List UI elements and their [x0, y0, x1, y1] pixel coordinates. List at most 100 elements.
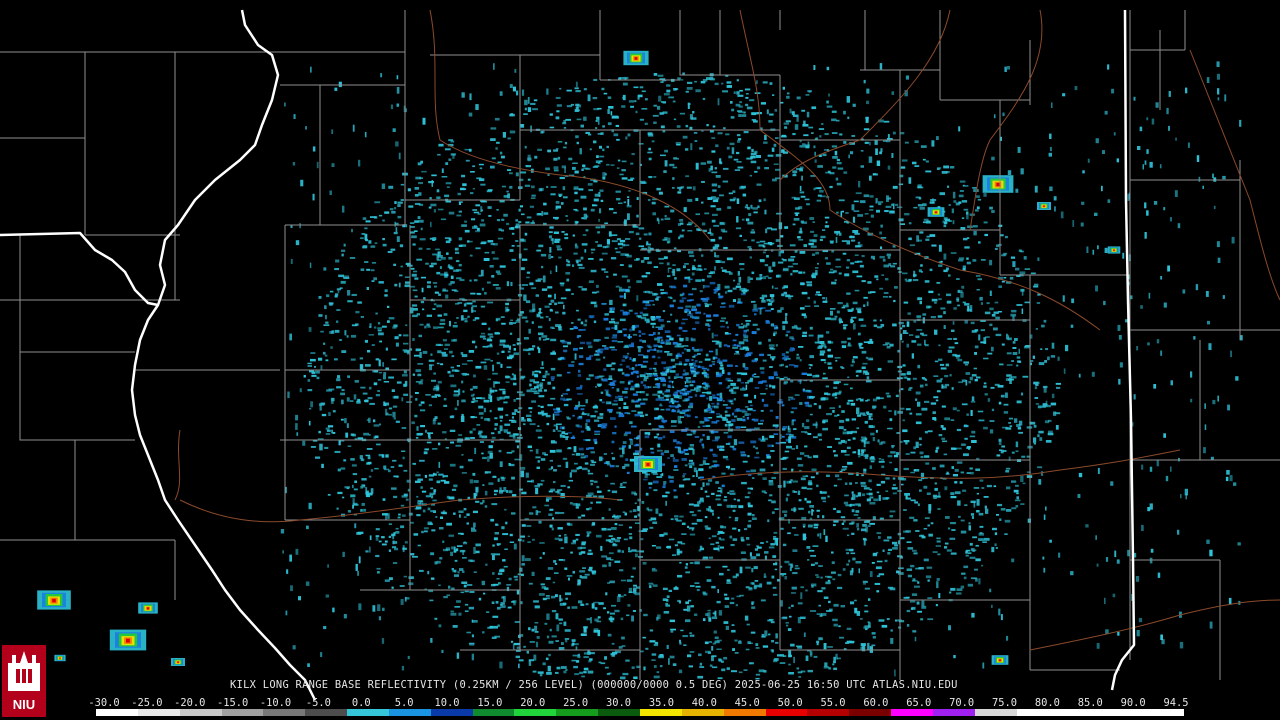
echo-pixel: [712, 189, 717, 192]
echo-pixel: [936, 168, 940, 170]
echo-pixel: [587, 670, 594, 674]
echo-pixel: [658, 319, 664, 322]
echo-pixel: [650, 517, 657, 521]
echo-pixel: [563, 403, 569, 407]
echo-pixel: [565, 215, 568, 217]
echo-pixel: [847, 337, 851, 340]
echo-pixel: [724, 285, 730, 289]
echo-pixel: [792, 170, 798, 174]
echo-pixel: [883, 539, 890, 542]
echo-pixel: [723, 167, 729, 170]
echo-pixel: [652, 325, 655, 329]
echo-pixel: [897, 619, 902, 622]
echo-pixel: [670, 518, 674, 521]
echo-pixel: [926, 305, 930, 309]
echo-pixel: [656, 546, 662, 549]
echo-pixel: [610, 318, 615, 321]
echo-pixel: [415, 369, 421, 373]
echo-pixel: [696, 589, 700, 592]
echo-pixel: [735, 227, 742, 230]
echo-pixel: [387, 251, 393, 253]
echo-pixel: [648, 486, 652, 489]
echo-pixel: [844, 454, 850, 456]
echo-pixel: [560, 547, 564, 549]
echo-pixel: [868, 414, 873, 418]
echo-pixel: [661, 399, 667, 402]
echo-pixel: [621, 177, 628, 180]
echo-pixel: [484, 505, 488, 508]
echo-pixel: [415, 348, 421, 352]
echo-pixel: [856, 398, 859, 401]
echo-pixel: [371, 262, 377, 264]
echo-pixel: [624, 77, 627, 80]
echo-pixel: [530, 197, 536, 199]
echo-pixel: [849, 522, 854, 525]
echo-pixel: [556, 449, 562, 453]
echo-pixel: [699, 147, 703, 150]
echo-pixel: [732, 509, 736, 512]
echo-pixel: [894, 286, 898, 289]
echo-pixel: [597, 616, 601, 619]
echo-pixel: [946, 549, 952, 552]
echo-pixel: [833, 381, 838, 384]
echo-pixel: [341, 253, 344, 257]
echo-pixel: [805, 475, 808, 477]
echo-pixel: [590, 463, 595, 466]
echo-pixel: [451, 568, 454, 571]
echo-pixel: [746, 157, 753, 160]
echo-pixel: [555, 311, 559, 314]
echo-pixel: [581, 288, 587, 291]
echo-pixel: [503, 401, 508, 404]
echo-pixel: [693, 132, 698, 134]
echo-pixel: [793, 218, 800, 221]
echo-pixel: [553, 231, 559, 234]
echo-pixel: [716, 393, 720, 396]
echo-pixel: [971, 430, 976, 434]
echo-pixel: [542, 662, 546, 666]
echo-pixel: [447, 265, 452, 268]
echo-pixel: [799, 168, 803, 172]
echo-pixel: [649, 585, 652, 589]
echo-pixel: [684, 263, 689, 265]
echo-pixel: [820, 359, 826, 362]
echo-pixel: [658, 346, 663, 348]
echo-pixel: [712, 396, 719, 399]
echo-pixel: [576, 118, 582, 121]
echo-pixel: [598, 194, 601, 197]
echo-pixel: [775, 416, 779, 419]
echo-pixel: [904, 493, 910, 496]
echo-pixel: [656, 433, 660, 436]
echo-pixel: [514, 578, 518, 581]
echo-pixel: [472, 510, 478, 514]
echo-pixel: [549, 524, 553, 528]
echo-pixel: [662, 463, 665, 466]
echo-pixel: [833, 623, 838, 627]
echo-pixel: [978, 512, 984, 516]
echo-pixel: [830, 241, 834, 244]
echo-pixel: [875, 135, 878, 137]
echo-pixel: [564, 534, 567, 536]
echo-pixel: [568, 577, 570, 581]
echo-pixel: [503, 213, 508, 217]
echo-pixel: [568, 157, 573, 161]
echo-pixel: [460, 244, 467, 247]
echo-pixel: [751, 271, 755, 275]
echo-pixel: [944, 417, 951, 421]
echo-pixel: [437, 314, 442, 317]
echo-pixel: [662, 392, 665, 395]
echo-pixel: [800, 220, 804, 223]
echo-pixel: [373, 382, 378, 386]
echo-pixel: [575, 506, 579, 509]
echo-pixel: [944, 542, 949, 545]
echo-pixel: [549, 235, 552, 239]
echo-pixel: [428, 206, 432, 209]
echo-pixel: [819, 353, 825, 356]
echo-pixel: [688, 251, 694, 254]
echo-pixel: [719, 194, 724, 197]
echo-pixel: [383, 381, 389, 383]
echo-pixel: [970, 547, 975, 550]
echo-pixel: [653, 489, 658, 492]
echo-pixel: [430, 353, 433, 356]
echo-pixel: [841, 345, 847, 349]
echo-pixel: [910, 499, 916, 502]
